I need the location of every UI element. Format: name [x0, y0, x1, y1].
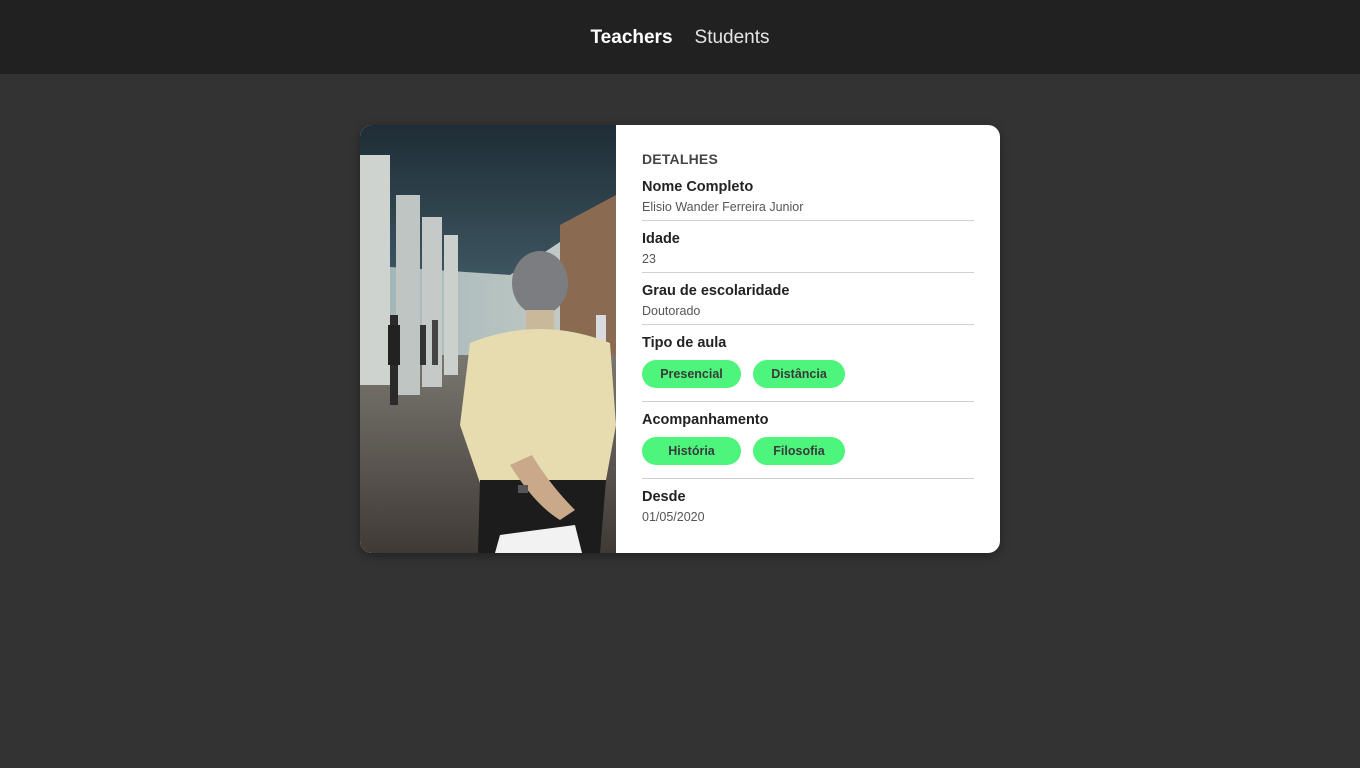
since-label: Desde — [642, 489, 686, 505]
field-full-name: Nome Completo Elisio Wander Ferreira Jun… — [642, 179, 974, 221]
subjects-label: Acompanhamento — [642, 412, 769, 428]
field-class-type: Tipo de aula Presencial Distância — [642, 335, 974, 402]
teacher-card: DETALHES Nome Completo Elisio Wander Fer… — [360, 125, 1000, 553]
field-education: Grau de escolaridade Doutorado — [642, 283, 974, 325]
details-panel: DETALHES Nome Completo Elisio Wander Fer… — [616, 125, 1000, 553]
age-value: 23 — [642, 252, 656, 266]
field-subjects: Acompanhamento História Filosofia — [642, 412, 974, 479]
field-since: Desde 01/05/2020 — [642, 489, 974, 530]
education-value: Doutorado — [642, 304, 701, 318]
nav-link-teachers[interactable]: Teachers — [590, 27, 672, 49]
class-type-label: Tipo de aula — [642, 335, 727, 351]
main-nav: Teachers Students — [590, 25, 769, 49]
details-title: DETALHES — [642, 151, 719, 167]
pill-historia[interactable]: História — [642, 437, 741, 465]
field-age: Idade 23 — [642, 231, 974, 273]
top-nav-bar: Teachers Students — [0, 0, 1360, 74]
age-label: Idade — [642, 231, 680, 247]
pill-presencial[interactable]: Presencial — [642, 360, 741, 388]
pill-distancia[interactable]: Distância — [753, 360, 845, 388]
teacher-photo — [360, 125, 616, 553]
subjects-pills: História Filosofia — [642, 437, 974, 465]
education-label: Grau de escolaridade — [642, 283, 790, 299]
full-name-value: Elisio Wander Ferreira Junior — [642, 200, 804, 214]
pill-filosofia[interactable]: Filosofia — [753, 437, 845, 465]
nav-link-students[interactable]: Students — [695, 27, 770, 49]
class-type-pills: Presencial Distância — [642, 360, 974, 388]
full-name-label: Nome Completo — [642, 179, 754, 195]
since-value: 01/05/2020 — [642, 510, 705, 524]
